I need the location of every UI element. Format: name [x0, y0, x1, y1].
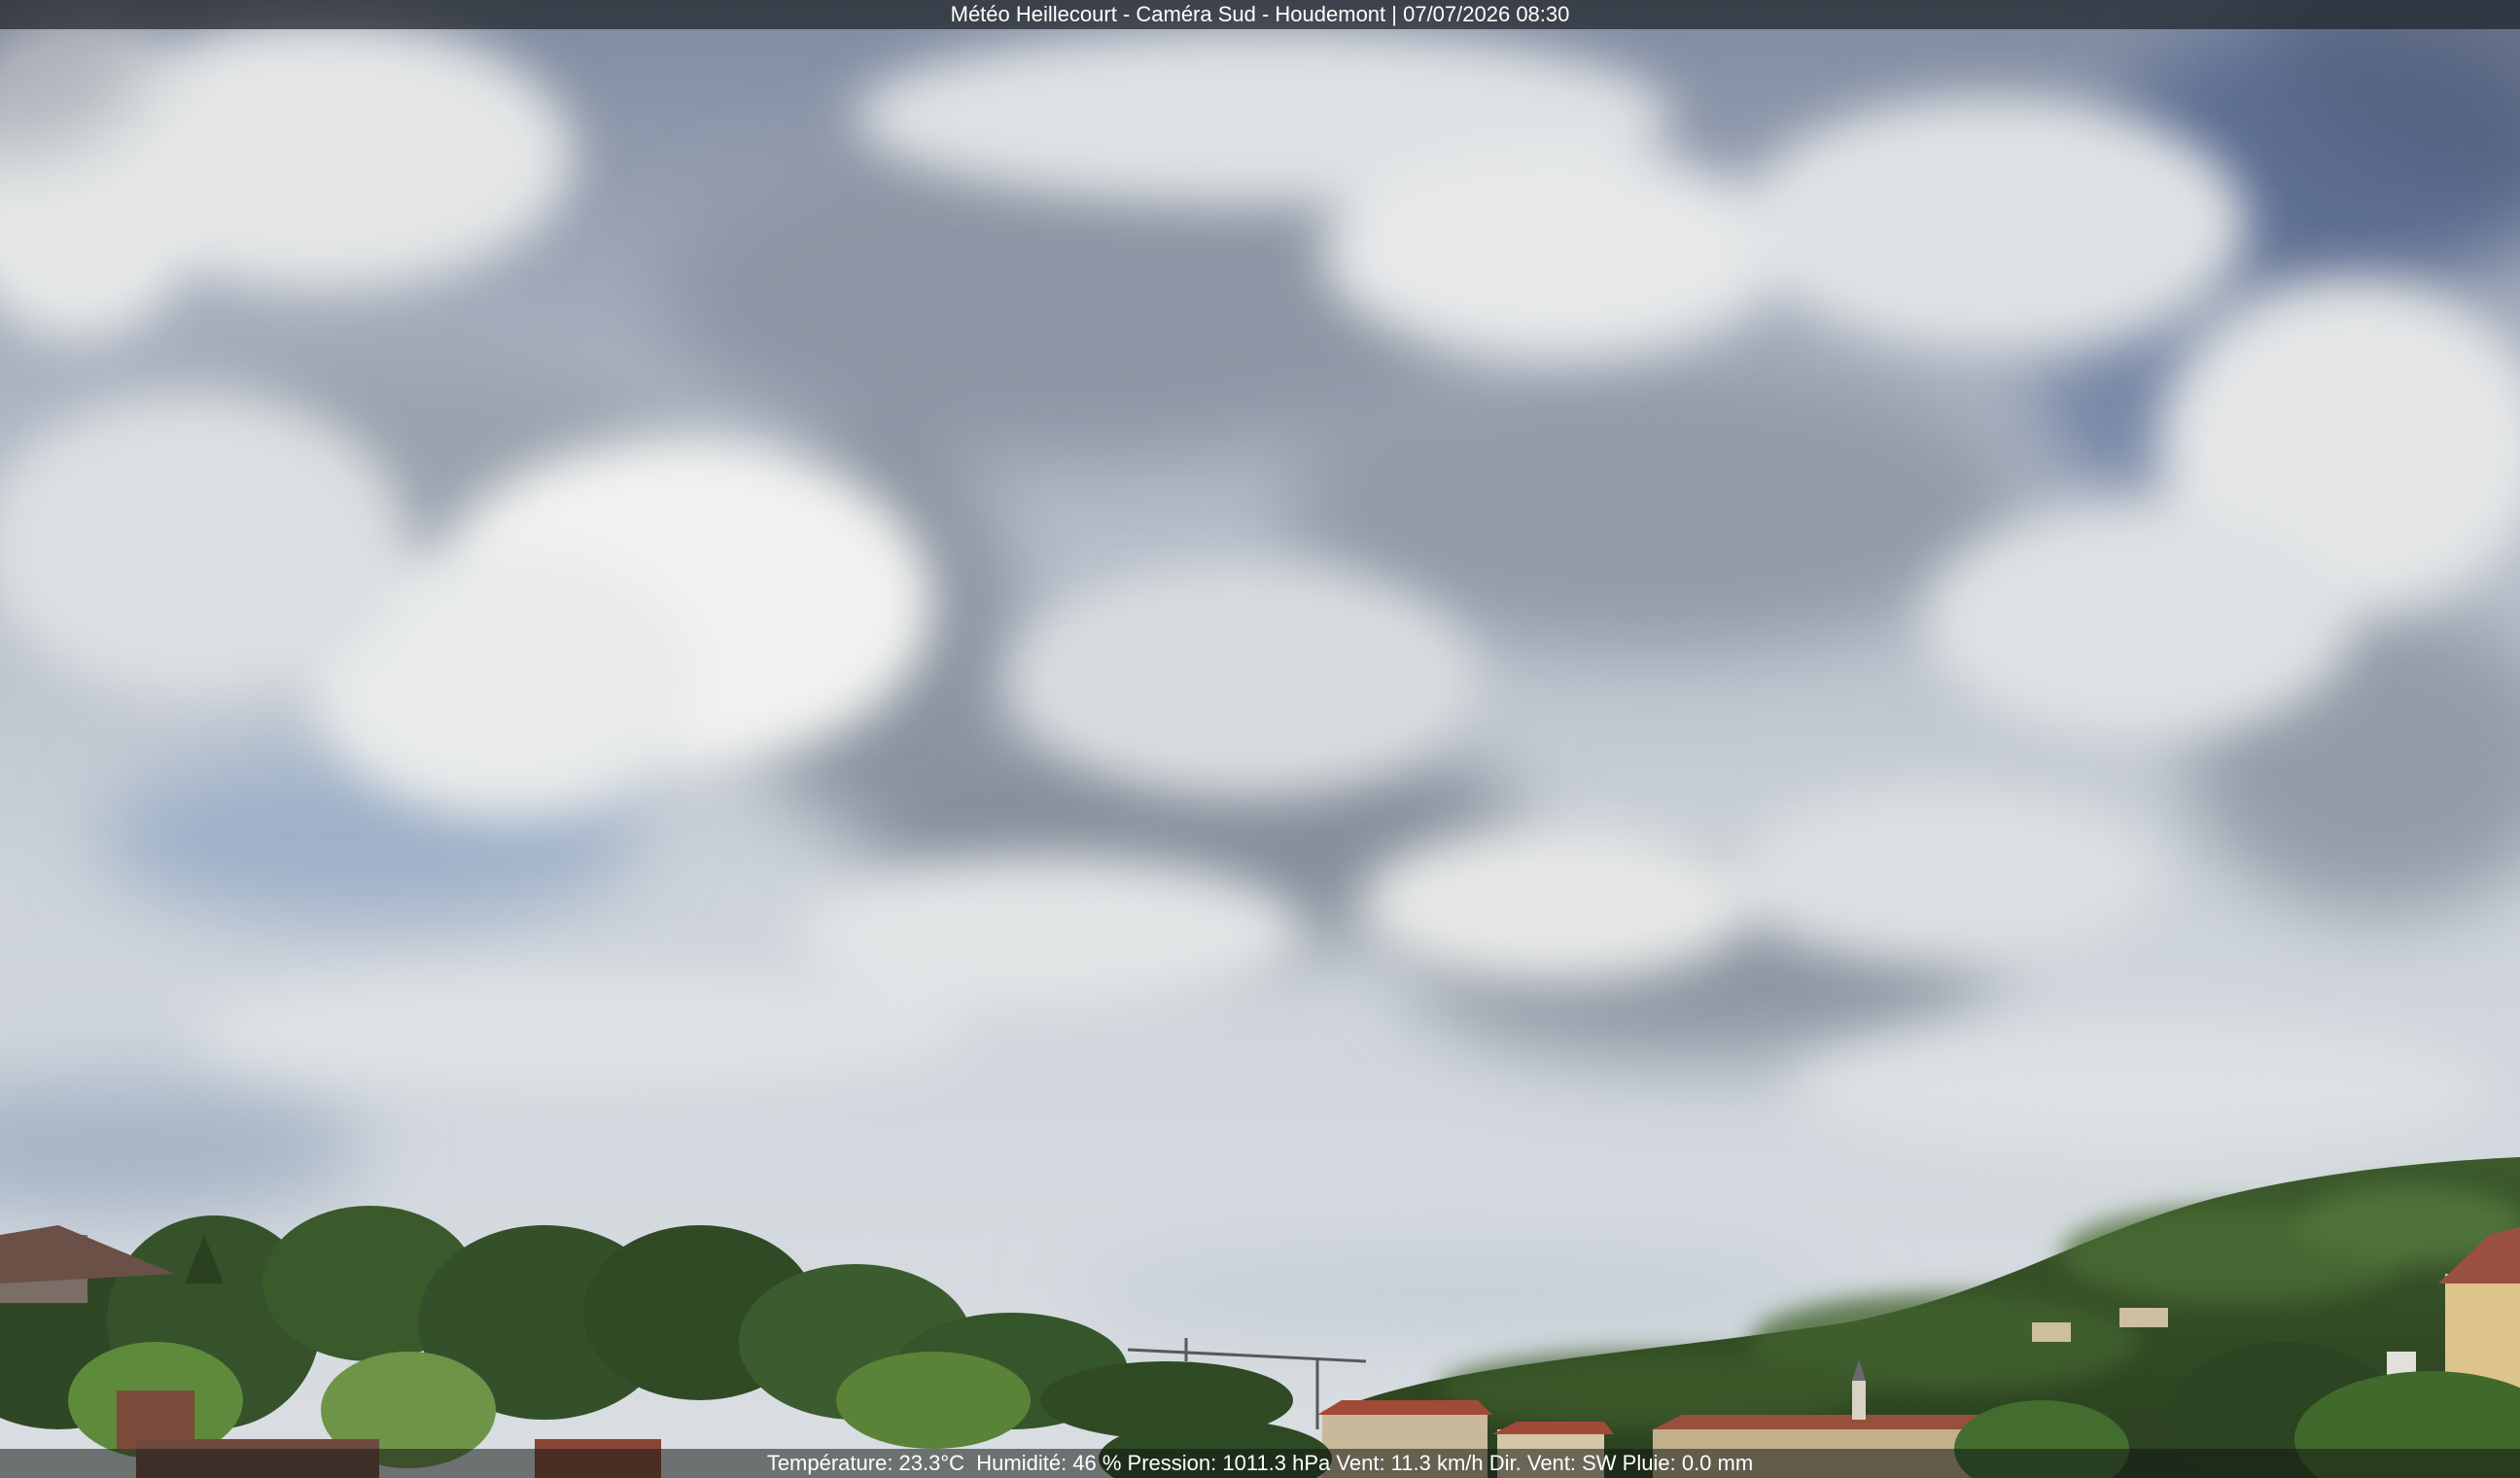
- weather-data-bar: Température: 23.3°C Humidité: 46 % Press…: [0, 1449, 2520, 1478]
- webcam-frame: Météo Heillecourt - Caméra Sud - Houdemo…: [0, 0, 2520, 1478]
- camera-title-bar: Météo Heillecourt - Caméra Sud - Houdemo…: [0, 0, 2520, 29]
- sky-landscape-image: [0, 0, 2520, 1478]
